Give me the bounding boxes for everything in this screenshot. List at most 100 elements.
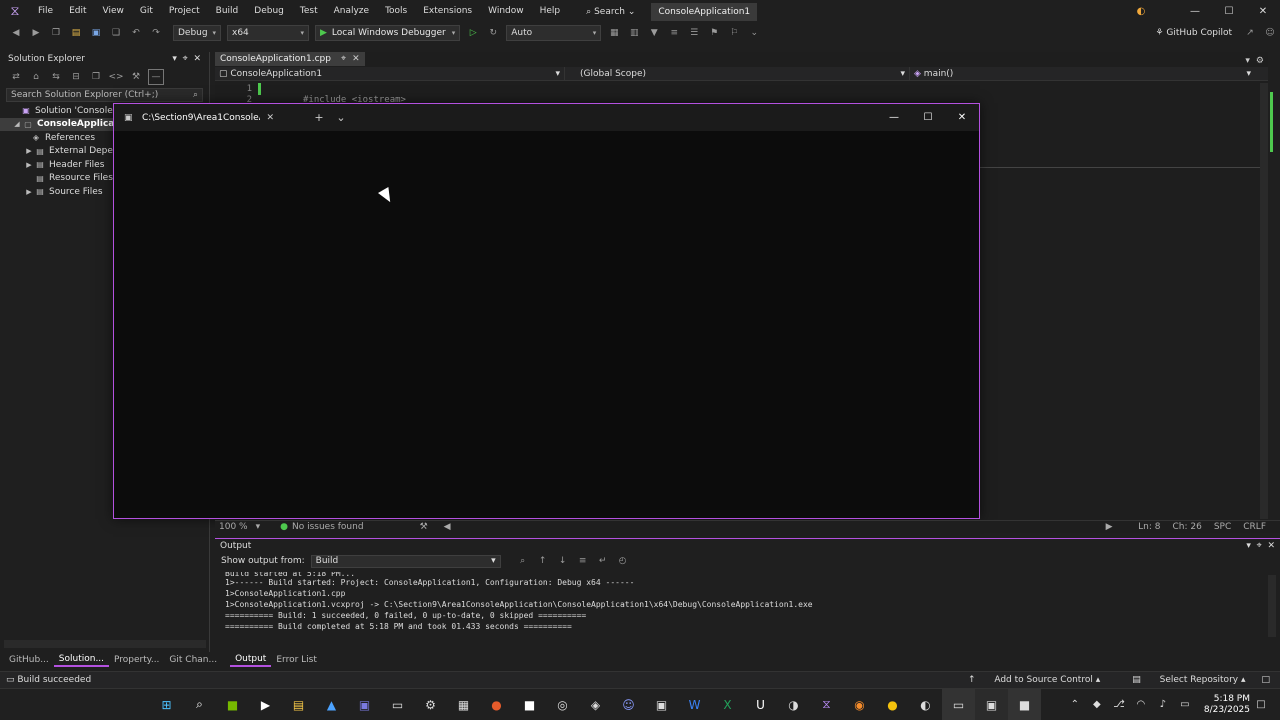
new-tab-button[interactable]: +: [308, 111, 330, 124]
search-icon[interactable]: ⌕: [183, 689, 216, 720]
editor-tab-cpp[interactable]: ConsoleApplication1.cpp ⌖ ✕: [215, 52, 365, 66]
terminal-tab[interactable]: ▣ C:\Section9\Area1ConsoleApp ✕: [114, 104, 284, 131]
game-icon[interactable]: ◈: [579, 689, 612, 720]
menu-build[interactable]: Build: [208, 0, 247, 23]
volume-icon[interactable]: ♪: [1152, 699, 1174, 710]
browser-icon[interactable]: ◎: [546, 689, 579, 720]
screenshot-icon[interactable]: ▦: [606, 25, 622, 41]
attach-icon[interactable]: ↻: [485, 25, 501, 41]
clear-all-icon[interactable]: ≡: [575, 553, 591, 569]
system-clock[interactable]: 5:18 PM 8/23/2025: [1204, 694, 1250, 716]
powerpoint-icon[interactable]: ●: [480, 689, 513, 720]
chevron-down-icon[interactable]: ▾: [1246, 541, 1256, 551]
menu-tools[interactable]: Tools: [377, 0, 415, 23]
windows-start-icon[interactable]: ⊞: [150, 689, 183, 720]
terminal-taskbar-icon[interactable]: ▭: [942, 688, 975, 720]
word-wrap-icon[interactable]: ↵: [595, 553, 611, 569]
bookmark-next-icon[interactable]: ⚐: [726, 25, 742, 41]
word-icon[interactable]: W: [678, 689, 711, 720]
tab-properties[interactable]: Property...: [109, 653, 164, 667]
menu-project[interactable]: Project: [161, 0, 208, 23]
editor-vertical-scrollbar[interactable]: [1260, 83, 1268, 519]
collapsed-icon[interactable]: ▶: [24, 147, 34, 155]
menu-help[interactable]: Help: [532, 0, 569, 23]
github-copilot-button[interactable]: ⚘ GitHub Copilot: [1155, 28, 1232, 38]
close-button[interactable]: ✕: [945, 104, 979, 131]
column-indicator[interactable]: Ch: 26: [1172, 522, 1201, 532]
tab-error-list[interactable]: Error List: [271, 653, 322, 667]
undo-icon[interactable]: ↶: [128, 25, 144, 41]
output-source-select[interactable]: Build ▾: [310, 554, 501, 568]
media-player-icon[interactable]: ▶: [249, 689, 282, 720]
zoom-level[interactable]: 100 %: [219, 522, 248, 532]
save-icon[interactable]: ▣: [88, 25, 104, 41]
unreal-icon[interactable]: U: [744, 689, 777, 720]
minimize-button[interactable]: —: [877, 104, 911, 131]
admin-icon[interactable]: ☺: [1262, 25, 1278, 41]
output-text[interactable]: Build started at 5:18 PM... 1>------ Buil…: [215, 569, 1280, 635]
prev-message-icon[interactable]: ↑: [535, 553, 551, 569]
menu-debug[interactable]: Debug: [246, 0, 292, 23]
steam-icon[interactable]: ◑: [777, 689, 810, 720]
calculator-icon[interactable]: ▦: [447, 689, 480, 720]
comment-icon[interactable]: ☰: [686, 25, 702, 41]
notifications-icon[interactable]: □: [1261, 675, 1270, 685]
output-vertical-scrollbar[interactable]: [1268, 575, 1276, 637]
bookmark-icon[interactable]: ⚑: [706, 25, 722, 41]
menu-git[interactable]: Git: [132, 0, 161, 23]
format-icon[interactable]: ≡: [666, 25, 682, 41]
nav-left-icon[interactable]: ◀: [444, 522, 451, 532]
close-icon[interactable]: ✕: [1267, 541, 1275, 551]
battery-icon[interactable]: ▭: [1174, 699, 1196, 710]
nvidia-icon[interactable]: ■: [216, 689, 249, 720]
close-icon[interactable]: ✕: [266, 113, 274, 123]
back-icon[interactable]: ◀: [8, 25, 24, 41]
local-windows-debugger-button[interactable]: ▶ Local Windows Debugger ▾: [315, 25, 461, 41]
nav-right-icon[interactable]: ▶: [1106, 522, 1113, 532]
tab-github[interactable]: GitHub...: [4, 653, 54, 667]
menu-edit[interactable]: Edit: [61, 0, 94, 23]
cleanup-icon[interactable]: ⚒: [420, 522, 428, 532]
properties-icon[interactable]: ⚒: [128, 69, 144, 85]
maximize-button[interactable]: ☐: [911, 104, 945, 131]
visual-studio-icon[interactable]: ⧖: [810, 689, 843, 720]
menu-test[interactable]: Test: [292, 0, 326, 23]
show-all-files-icon[interactable]: ❐: [88, 69, 104, 85]
search-button[interactable]: ⌕ Search ⌄: [578, 7, 643, 17]
issues-status[interactable]: No issues found: [292, 522, 364, 532]
share-icon[interactable]: ↗: [1242, 25, 1258, 41]
discord-icon[interactable]: ☺: [612, 689, 645, 720]
menu-file[interactable]: File: [30, 0, 61, 23]
close-icon[interactable]: ✕: [352, 54, 360, 64]
switch-views-icon[interactable]: ⇆: [48, 69, 64, 85]
solution-search-input[interactable]: Search Solution Explorer (Ctrl+;) ⌕: [6, 88, 203, 102]
close-button[interactable]: ✕: [1246, 0, 1280, 23]
collapse-all-icon[interactable]: ⊟: [68, 69, 84, 85]
line-ending-indicator[interactable]: CRLF: [1243, 522, 1266, 532]
chrome-icon[interactable]: ●: [876, 689, 909, 720]
terminal-app-icon[interactable]: ▭: [381, 689, 414, 720]
microphone-icon[interactable]: ⎇: [1108, 699, 1130, 710]
menu-analyze[interactable]: Analyze: [326, 0, 377, 23]
filter-icon[interactable]: ▼: [646, 25, 662, 41]
code-icon[interactable]: <>: [108, 69, 124, 85]
chevron-down-icon[interactable]: ▾: [172, 54, 182, 64]
preview-icon[interactable]: —: [148, 69, 164, 85]
pin-icon[interactable]: ⌖: [183, 54, 194, 64]
overflow-icon[interactable]: ⌄: [746, 25, 762, 41]
epic-games-icon[interactable]: ■: [513, 689, 546, 720]
expanded-icon[interactable]: ◢: [12, 120, 22, 128]
chevron-up-icon[interactable]: ⌃: [1064, 699, 1086, 710]
collapsed-icon[interactable]: ▶: [24, 161, 34, 169]
add-to-source-control-button[interactable]: ↑ Add to Source Control ▴: [952, 675, 1100, 685]
menu-extensions[interactable]: Extensions: [415, 0, 480, 23]
terminal-titlebar[interactable]: ▣ C:\Section9\Area1ConsoleApp ✕ + ⌄ — ☐ …: [114, 104, 979, 131]
github-desktop-icon[interactable]: ◐: [909, 689, 942, 720]
mode-select[interactable]: Auto ▾: [506, 25, 602, 41]
copilot-status-icon[interactable]: ◐: [1124, 0, 1158, 23]
media-icon[interactable]: ▣: [645, 689, 678, 720]
devenv-taskbar-icon[interactable]: ▣: [975, 688, 1008, 720]
close-icon[interactable]: ✕: [193, 54, 201, 64]
timestamp-icon[interactable]: ◴: [615, 553, 631, 569]
new-project-icon[interactable]: ❐: [48, 25, 64, 41]
